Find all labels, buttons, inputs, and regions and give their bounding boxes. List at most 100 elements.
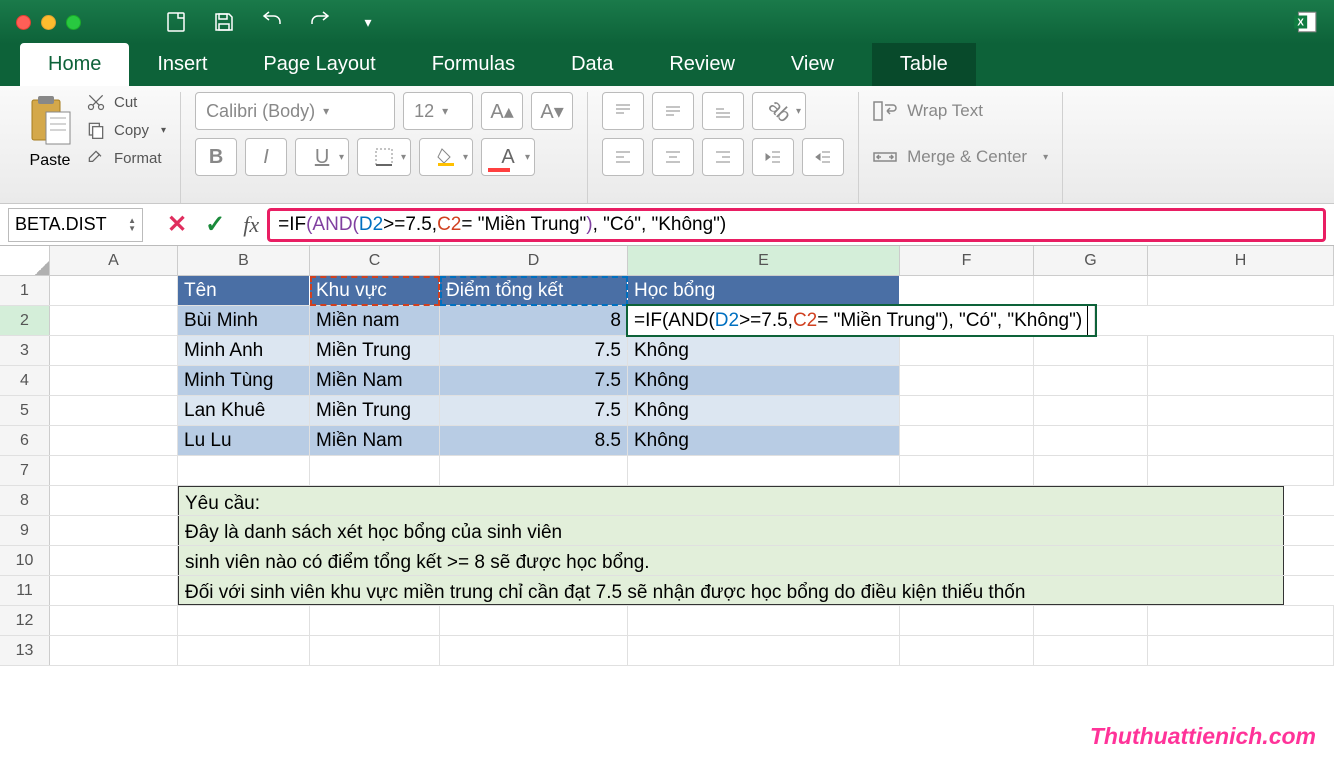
cell-a1[interactable] bbox=[50, 276, 178, 305]
cell-b5[interactable]: Lan Khuê bbox=[178, 396, 310, 425]
tab-page-layout[interactable]: Page Layout bbox=[235, 43, 403, 86]
col-header-e[interactable]: E bbox=[628, 246, 900, 275]
increase-font-button[interactable]: A▴ bbox=[481, 92, 523, 130]
font-name-combo[interactable]: Calibri (Body)▾ bbox=[195, 92, 395, 130]
cell-d2[interactable]: 8 bbox=[440, 306, 628, 335]
cell-e4[interactable]: Không bbox=[628, 366, 900, 395]
cell-c5[interactable]: Miền Trung bbox=[310, 396, 440, 425]
row-header-2[interactable]: 2 bbox=[0, 306, 50, 335]
row-header-9[interactable]: 9 bbox=[0, 516, 50, 545]
tab-home[interactable]: Home bbox=[20, 43, 129, 86]
col-header-a[interactable]: A bbox=[50, 246, 178, 275]
underline-button[interactable]: U bbox=[295, 138, 349, 176]
col-header-c[interactable]: C bbox=[310, 246, 440, 275]
wrap-text-button[interactable]: Wrap Text bbox=[873, 92, 983, 130]
row-header-11[interactable]: 11 bbox=[0, 576, 50, 605]
cell-b1[interactable]: Tên bbox=[178, 276, 310, 305]
cell-d3[interactable]: 7.5 bbox=[440, 336, 628, 365]
name-box[interactable]: BETA.DIST ▲▼ bbox=[8, 208, 143, 242]
cell-c3[interactable]: Miền Trung bbox=[310, 336, 440, 365]
note-line-2[interactable]: Đây là danh sách xét học bổng của sinh v… bbox=[178, 516, 1284, 545]
decrease-font-button[interactable]: A▾ bbox=[531, 92, 573, 130]
increase-indent-button[interactable] bbox=[802, 138, 844, 176]
spreadsheet-grid[interactable]: A B C D E F G H 1 Tên Khu vực Điểm tổng … bbox=[0, 246, 1334, 666]
tab-data[interactable]: Data bbox=[543, 43, 641, 86]
format-painter-button[interactable]: Format bbox=[86, 148, 166, 168]
merge-center-button[interactable]: Merge & Center▾ bbox=[873, 138, 1048, 176]
italic-button[interactable]: I bbox=[245, 138, 287, 176]
row-header-5[interactable]: 5 bbox=[0, 396, 50, 425]
cell-c2[interactable]: Miền nam bbox=[310, 306, 440, 335]
cell-b4[interactable]: Minh Tùng bbox=[178, 366, 310, 395]
cell-c4[interactable]: Miền Nam bbox=[310, 366, 440, 395]
align-center-button[interactable] bbox=[652, 138, 694, 176]
decrease-indent-button[interactable] bbox=[752, 138, 794, 176]
namebox-stepper[interactable]: ▲▼ bbox=[128, 217, 136, 233]
cell-b3[interactable]: Minh Anh bbox=[178, 336, 310, 365]
align-left-button[interactable] bbox=[602, 138, 644, 176]
row-header-1[interactable]: 1 bbox=[0, 276, 50, 305]
cell-d5[interactable]: 7.5 bbox=[440, 396, 628, 425]
col-header-g[interactable]: G bbox=[1034, 246, 1148, 275]
cell-e6[interactable]: Không bbox=[628, 426, 900, 455]
fill-color-button[interactable] bbox=[419, 138, 473, 176]
col-header-b[interactable]: B bbox=[178, 246, 310, 275]
copy-button[interactable]: Copy▾ bbox=[86, 120, 166, 140]
font-size-combo[interactable]: 12▾ bbox=[403, 92, 473, 130]
row-header-3[interactable]: 3 bbox=[0, 336, 50, 365]
formula-input[interactable]: =IF(AND(D2>=7.5,C2= "Miền Trung"), "Có",… bbox=[267, 208, 1326, 242]
save-icon[interactable] bbox=[209, 7, 239, 37]
fx-icon[interactable]: fx bbox=[243, 212, 259, 238]
align-middle-button[interactable] bbox=[652, 92, 694, 130]
row-header-8[interactable]: 8 bbox=[0, 486, 50, 515]
select-all-corner[interactable] bbox=[0, 246, 50, 275]
cell-e2-editing[interactable]: =IF(AND(D2>=7.5,C2= "Miền Trung"), "Có",… bbox=[628, 306, 1095, 335]
orientation-button[interactable]: ab bbox=[752, 92, 806, 130]
row-header-13[interactable]: 13 bbox=[0, 636, 50, 665]
note-line-4[interactable]: Đối với sinh viên khu vực miền trung chỉ… bbox=[178, 576, 1284, 605]
redo-icon[interactable] bbox=[305, 7, 335, 37]
row-header-12[interactable]: 12 bbox=[0, 606, 50, 635]
cell-c6[interactable]: Miền Nam bbox=[310, 426, 440, 455]
tab-table[interactable]: Table bbox=[872, 43, 976, 86]
cell-g1[interactable] bbox=[1034, 276, 1148, 305]
font-color-button[interactable]: A bbox=[481, 138, 535, 176]
align-right-button[interactable] bbox=[702, 138, 744, 176]
cell-c1[interactable]: Khu vực bbox=[310, 276, 440, 305]
cell-d4[interactable]: 7.5 bbox=[440, 366, 628, 395]
align-bottom-button[interactable] bbox=[702, 92, 744, 130]
tab-view[interactable]: View bbox=[763, 43, 862, 86]
maximize-window-button[interactable] bbox=[66, 15, 81, 30]
cell-f1[interactable] bbox=[900, 276, 1034, 305]
note-line-3[interactable]: sinh viên nào có điểm tổng kết >= 8 sẽ đ… bbox=[178, 546, 1284, 575]
close-window-button[interactable] bbox=[16, 15, 31, 30]
row-header-6[interactable]: 6 bbox=[0, 426, 50, 455]
cell-h1[interactable] bbox=[1148, 276, 1334, 305]
cell-e1[interactable]: Học bổng bbox=[628, 276, 900, 305]
cell-a2[interactable] bbox=[50, 306, 178, 335]
undo-icon[interactable] bbox=[257, 7, 287, 37]
col-header-h[interactable]: H bbox=[1148, 246, 1334, 275]
col-header-f[interactable]: F bbox=[900, 246, 1034, 275]
align-top-button[interactable] bbox=[602, 92, 644, 130]
cell-d1[interactable]: Điểm tổng kết bbox=[440, 276, 628, 305]
cell-e5[interactable]: Không bbox=[628, 396, 900, 425]
paste-button[interactable]: Paste bbox=[26, 92, 74, 170]
tab-insert[interactable]: Insert bbox=[129, 43, 235, 86]
row-header-7[interactable]: 7 bbox=[0, 456, 50, 485]
row-header-4[interactable]: 4 bbox=[0, 366, 50, 395]
bold-button[interactable]: B bbox=[195, 138, 237, 176]
cell-b2[interactable]: Bùi Minh bbox=[178, 306, 310, 335]
note-line-1[interactable]: Yêu cầu: bbox=[178, 486, 1284, 515]
borders-button[interactable] bbox=[357, 138, 411, 176]
minimize-window-button[interactable] bbox=[41, 15, 56, 30]
accept-formula-button[interactable]: ✓ bbox=[205, 210, 225, 239]
cell-d6[interactable]: 8.5 bbox=[440, 426, 628, 455]
col-header-d[interactable]: D bbox=[440, 246, 628, 275]
cell-e3[interactable]: Không bbox=[628, 336, 900, 365]
new-file-icon[interactable] bbox=[161, 7, 191, 37]
cell-b6[interactable]: Lu Lu bbox=[178, 426, 310, 455]
cut-button[interactable]: Cut bbox=[86, 92, 166, 112]
tab-review[interactable]: Review bbox=[641, 43, 763, 86]
cancel-formula-button[interactable]: ✕ bbox=[167, 210, 187, 239]
